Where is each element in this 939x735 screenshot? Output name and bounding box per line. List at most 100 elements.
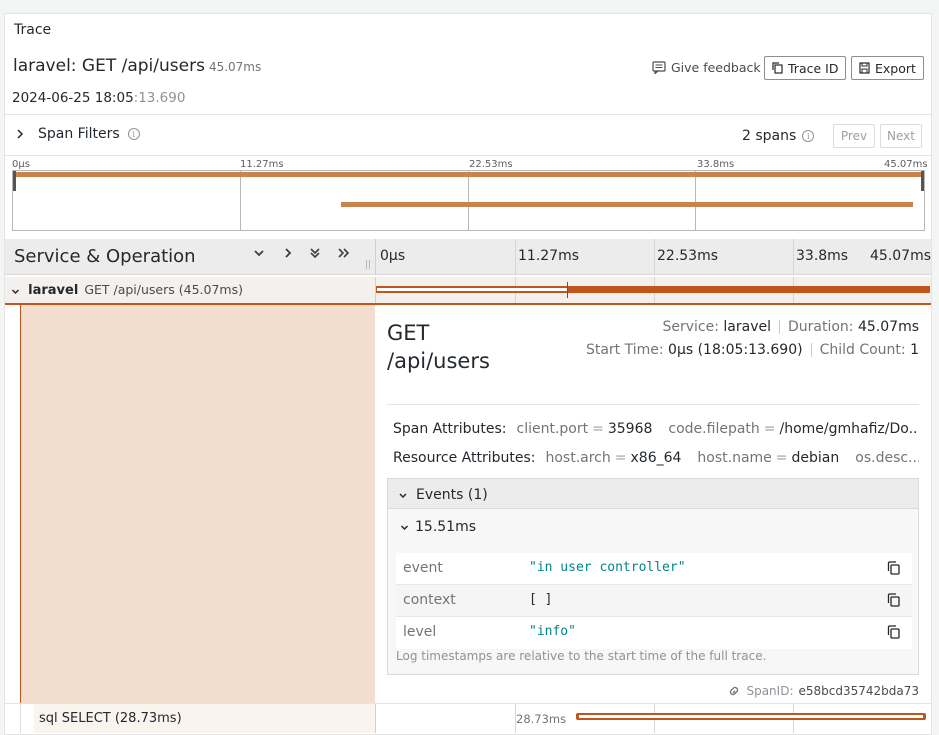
divider (5, 155, 931, 156)
expand-all-button[interactable] (337, 247, 350, 259)
ruler-gridline (515, 239, 516, 275)
attr-key: host.arch (545, 450, 611, 466)
minimap-tick: 45.07ms (884, 159, 928, 170)
attr-key: client.port (516, 421, 589, 437)
service-value: laravel (723, 319, 771, 335)
span-id[interactable]: SpanID: e58bcd35742bda73 (727, 684, 919, 698)
kv-value: [ ] (529, 592, 553, 607)
trace-id-button[interactable]: Trace ID (764, 56, 847, 80)
trace-start-date: 2024-06-25 18:05 (12, 90, 134, 106)
copy-icon[interactable] (887, 625, 900, 639)
attr-value: /home/gmhafiz/Do... (779, 421, 919, 437)
export-button[interactable]: Export (851, 56, 924, 80)
event-kv-row: context [ ] (396, 585, 912, 617)
trace-title: laravel: GET /api/users 45.07ms (13, 56, 261, 76)
export-label: Export (875, 60, 916, 76)
kv-value: "in user controller" (529, 560, 686, 575)
span-bar[interactable] (376, 282, 930, 298)
event-marker[interactable] (567, 282, 568, 298)
span-filters-label: Span Filters (38, 126, 120, 142)
double-chevron-right-icon (338, 248, 350, 258)
span-row-label: laravel GET /api/users (45.07ms) (11, 282, 243, 298)
chevron-down-icon[interactable] (11, 284, 20, 297)
give-feedback-link[interactable]: Give feedback (652, 60, 761, 75)
detail-operation-line1: GET (387, 321, 430, 345)
ruler-tick: 33.8ms (796, 248, 849, 264)
events-panel: Events (1) 15.51ms event "in user contro… (387, 478, 919, 675)
minimap-gridline (468, 171, 469, 230)
collapse-all-button[interactable] (309, 247, 321, 259)
column-resize-handle[interactable]: || (365, 260, 371, 270)
save-icon (859, 62, 870, 74)
resource-attributes-toggle[interactable]: Resource Attributes: host.arch = x86_64 ho… (387, 446, 919, 470)
section-title: Trace (14, 22, 52, 38)
ruler-tick: 11.27ms (518, 248, 580, 264)
detail-operation: GET /api/users (387, 319, 490, 375)
span-operation: GET /api/users (45.07ms) (84, 282, 243, 297)
collapse-one-button[interactable] (253, 247, 265, 259)
ruler-tick: 45.07ms (870, 248, 932, 264)
copy-icon[interactable] (887, 561, 900, 575)
child-count-value: 1 (910, 342, 919, 358)
span-row-laravel[interactable]: laravel GET /api/users (45.07ms) (5, 277, 931, 305)
comment-icon (652, 61, 666, 74)
span-bar[interactable] (576, 713, 927, 720)
ruler-gridline (793, 239, 794, 275)
minimap-tick: 33.8ms (697, 159, 735, 170)
detail-meta-line1: Service: laravel Duration: 45.07ms (662, 319, 919, 335)
span-attributes-toggle[interactable]: Span Attributes: client.port = 35968 code.… (387, 417, 919, 441)
events-note: Log timestamps are relative to the start… (396, 649, 767, 663)
events-toggle[interactable]: Events (1) (398, 487, 488, 503)
span-detail-indent (20, 305, 375, 703)
info-icon: i (802, 130, 815, 142)
duration-value: 45.07ms (857, 319, 919, 335)
attr-value: 35968 (607, 421, 653, 437)
kv-key: level (403, 624, 437, 640)
trace-start-ms: :13.690 (133, 90, 186, 106)
trace-start-time: 2024-06-25 18:05:13.690 (12, 90, 185, 106)
detail-operation-line2: /api/users (387, 349, 490, 373)
minimap-left-handle[interactable] (13, 171, 16, 191)
next-button[interactable]: Next (880, 124, 922, 148)
minimap-right-handle[interactable] (921, 171, 924, 191)
events-header: Events (1) (416, 487, 488, 503)
chevron-down-icon (254, 250, 264, 257)
copy-icon[interactable] (887, 593, 900, 607)
span-attributes-label: Span Attributes: (393, 421, 507, 437)
chevron-right-icon (16, 129, 24, 139)
duration-label: Duration: (788, 319, 854, 335)
double-chevron-down-icon (310, 248, 320, 259)
span-detail: GET /api/users Service: laravel Duration:… (375, 305, 931, 703)
span-filters-toggle[interactable]: Span Filters i (16, 126, 140, 142)
give-feedback-label: Give feedback (671, 60, 761, 75)
event-time-toggle[interactable]: 15.51ms (400, 519, 476, 535)
attr-key: os.desc... (855, 450, 919, 466)
expand-one-button[interactable] (282, 247, 294, 259)
span-row-timeline (375, 704, 931, 733)
span-row-sql[interactable]: sql SELECT (28.73ms) 28.73ms (5, 703, 931, 733)
attr-value: debian (791, 450, 840, 466)
minimap-tick: 11.27ms (240, 159, 284, 170)
kv-key: context (403, 592, 456, 608)
span-row-label: sql SELECT (28.73ms) (39, 711, 182, 726)
service-label: Service: (662, 319, 719, 335)
ruler-gridline (654, 239, 655, 275)
tree-guide (20, 704, 21, 733)
ruler-tick: 22.53ms (657, 248, 719, 264)
span-id-label: SpanID: (746, 684, 794, 698)
minimap-tick: 22.53ms (469, 159, 513, 170)
trace-name: laravel: GET /api/users (13, 56, 205, 76)
attr-key: code.filepath (668, 421, 760, 437)
span-id-value: e58bcd35742bda73 (798, 684, 919, 698)
child-count-label: Child Count: (819, 342, 906, 358)
minimap-span-bar (13, 172, 924, 177)
span-bar-duration: 28.73ms (516, 712, 567, 726)
span-bar-highlight (579, 715, 924, 718)
service-operation-title: Service & Operation (14, 246, 196, 267)
copy-icon (772, 62, 783, 74)
ruler-tick: 0μs (380, 248, 406, 264)
chevron-down-icon (399, 492, 407, 498)
prev-button[interactable]: Prev (833, 124, 875, 148)
divider (387, 404, 919, 405)
trace-minimap[interactable] (12, 170, 925, 231)
